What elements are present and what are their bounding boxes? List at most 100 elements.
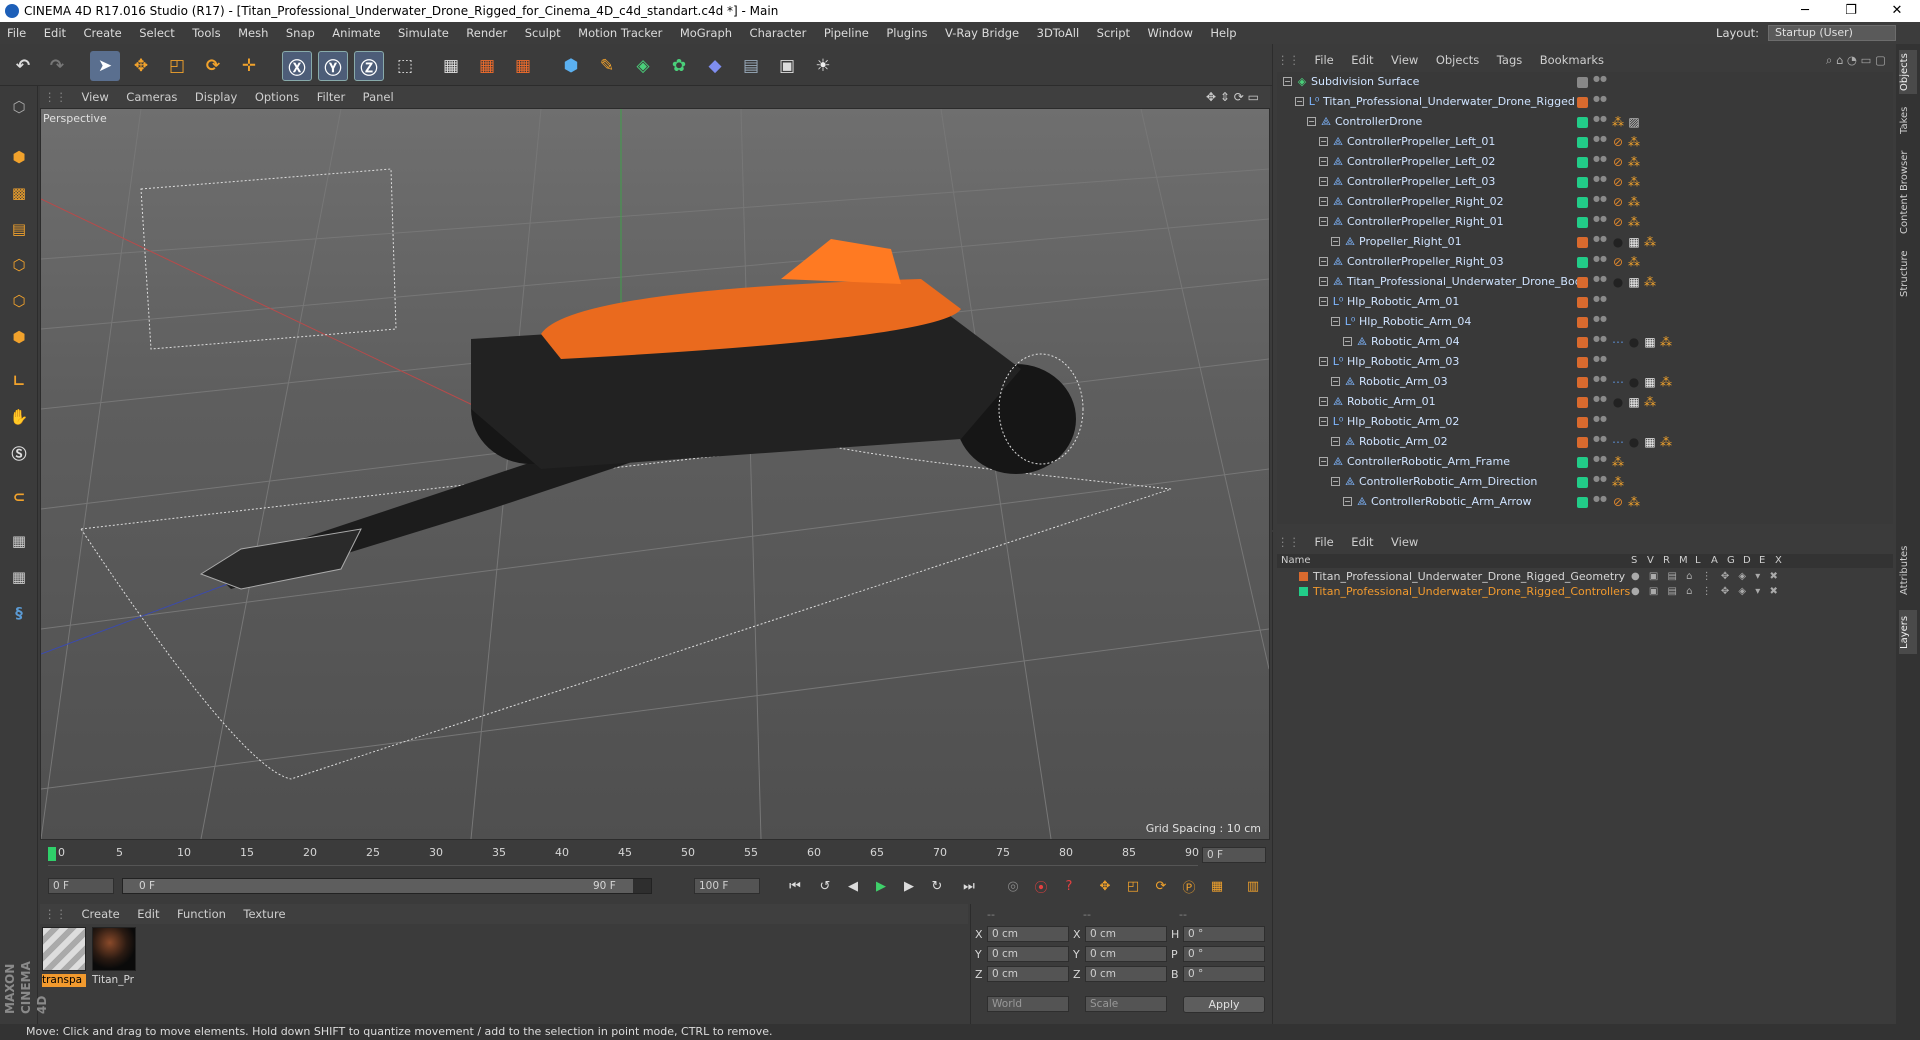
subdivision-generator-icon[interactable]: ◈ [628, 51, 658, 81]
expand-toggle-icon[interactable]: − [1319, 257, 1328, 266]
lm-menu-file[interactable]: File [1308, 532, 1341, 552]
rotate-tool-icon[interactable]: ⟳ [198, 51, 228, 81]
layer-color-swatch[interactable] [1577, 397, 1588, 408]
viewport-menu-options[interactable]: Options [248, 86, 306, 108]
autokeying-icon[interactable]: ⦿ [1028, 873, 1054, 899]
visibility-dots-icon[interactable]: ●● [1593, 495, 1607, 508]
checker-tag-icon[interactable]: ▦ [1643, 375, 1657, 389]
floor-object-icon[interactable]: ▤ [736, 51, 766, 81]
layer-color-swatch[interactable] [1577, 497, 1588, 508]
expand-toggle-icon[interactable]: − [1319, 357, 1328, 366]
forbid-tag-icon[interactable]: ⊘ [1611, 215, 1625, 229]
dots-tag-icon[interactable]: ⁂ [1659, 335, 1673, 349]
expand-toggle-icon[interactable]: − [1343, 337, 1352, 346]
viewport-menu-view[interactable]: View [75, 86, 116, 108]
array-object-icon[interactable]: ✿ [664, 51, 694, 81]
visibility-dots-icon[interactable]: ●● [1593, 155, 1607, 168]
visibility-dots-icon[interactable]: ●● [1593, 75, 1607, 88]
z-axis-lock-icon[interactable]: Ⓩ [354, 51, 384, 81]
menu-vray-bridge[interactable]: V-Ray Bridge [938, 22, 1026, 44]
layer-color-swatch[interactable] [1577, 217, 1588, 228]
menu-mograph[interactable]: MoGraph [673, 22, 739, 44]
texture-tag-icon[interactable]: ▨ [1627, 115, 1641, 129]
menu-edit[interactable]: Edit [37, 22, 73, 44]
expand-toggle-icon[interactable]: − [1331, 317, 1340, 326]
object-name[interactable]: ControllerRobotic_Arm_Direction [1359, 472, 1537, 492]
preview-range-slider[interactable]: 0 F 90 F [122, 878, 652, 894]
object-row[interactable]: − L⁰ Titan_Professional_Underwater_Drone_R… [1277, 92, 1893, 112]
material-menu-create[interactable]: Create [75, 904, 127, 924]
selection-arrow-icon[interactable]: ➤ [90, 51, 120, 81]
position-x-field[interactable]: 0 cm [987, 926, 1069, 942]
object-row[interactable]: − ⟁ ControllerRobotic_Arm_Direction ●● ⁂ [1277, 472, 1893, 492]
expand-toggle-icon[interactable]: − [1319, 417, 1328, 426]
object-row[interactable]: − ⟁ ControllerDrone ●● ⁂ ▨ [1277, 112, 1893, 132]
dots-tag-icon[interactable]: ⁂ [1611, 115, 1625, 129]
object-name[interactable]: ControllerRobotic_Arm_Arrow [1371, 492, 1532, 512]
visibility-dots-icon[interactable]: ●● [1593, 415, 1607, 428]
layer-row-geometry[interactable]: Titan_Professional_Underwater_Drone_Rigg… [1277, 569, 1893, 584]
close-button[interactable]: ✕ [1874, 0, 1920, 22]
visibility-dots-icon[interactable]: ●● [1593, 375, 1607, 388]
minimize-button[interactable]: ─ [1782, 0, 1828, 22]
object-name[interactable]: ControllerPropeller_Left_02 [1347, 152, 1495, 172]
layer-color-swatch[interactable] [1577, 157, 1588, 168]
object-name[interactable]: Hlp_Robotic_Arm_03 [1347, 352, 1459, 372]
visibility-dots-icon[interactable]: ●● [1593, 335, 1607, 348]
timeline-track[interactable]: 0 5 10 15 20 25 30 35 40 45 50 55 60 65 … [48, 844, 1199, 866]
object-row[interactable]: − ◈ Subdivision Surface ●● [1277, 72, 1893, 92]
layer-color-swatch[interactable] [1577, 197, 1588, 208]
dots-tag-icon[interactable]: ⁂ [1611, 455, 1625, 469]
object-row[interactable]: − ⟁ ControllerPropeller_Left_03 ●● ⊘ ⁂ [1277, 172, 1893, 192]
visibility-dots-icon[interactable]: ●● [1593, 355, 1607, 368]
object-name[interactable]: Robotic_Arm_01 [1347, 392, 1436, 412]
object-name[interactable]: ControllerPropeller_Left_01 [1347, 132, 1495, 152]
menu-sculpt[interactable]: Sculpt [518, 22, 568, 44]
rotation-p-field[interactable]: 0 ° [1183, 946, 1265, 962]
recent-tool-icon[interactable]: ✛ [234, 51, 264, 81]
menu-window[interactable]: Window [1141, 22, 1200, 44]
menu-tools[interactable]: Tools [185, 22, 227, 44]
object-name[interactable]: ControllerPropeller_Right_03 [1347, 252, 1504, 272]
expand-toggle-icon[interactable]: − [1295, 97, 1304, 106]
lm-menu-view[interactable]: View [1384, 532, 1425, 552]
object-name[interactable]: Hlp_Robotic_Arm_04 [1359, 312, 1471, 332]
object-row[interactable]: − ⟁ Robotic_Arm_04 ●● ⋯ ● ▦ ⁂ [1277, 332, 1893, 352]
move-tag-icon[interactable]: ⋯ [1611, 335, 1625, 349]
om-menu-file[interactable]: File [1308, 50, 1341, 70]
layer-color-controllers[interactable] [1299, 587, 1308, 596]
coordinate-mode-select[interactable]: World [987, 996, 1069, 1012]
menu-select[interactable]: Select [132, 22, 181, 44]
layer-name-controllers[interactable]: Titan_Professional_Underwater_Drone_Rigg… [1313, 584, 1630, 599]
visibility-dots-icon[interactable]: ●● [1593, 195, 1607, 208]
object-name[interactable]: ControllerPropeller_Left_03 [1347, 172, 1495, 192]
dots-tag-icon[interactable]: ⁂ [1611, 475, 1625, 489]
record-active-objects-icon[interactable]: ◎ [1000, 873, 1026, 899]
visibility-dots-icon[interactable]: ●● [1593, 295, 1607, 308]
layer-toggles-geometry[interactable]: ● ▣ ▤ ⌂ ⋮ ✥ ◈ ▾ ✖ [1631, 569, 1781, 584]
forbid-tag-icon[interactable]: ⊘ [1611, 175, 1625, 189]
tab-objects[interactable]: Objects [1899, 50, 1917, 94]
polygons-mode-icon[interactable]: ⬢ [4, 322, 34, 352]
object-row[interactable]: − ⟁ Robotic_Arm_01 ●● ● ▦ ⁂ [1277, 392, 1893, 412]
material-swatch-titan[interactable] [92, 927, 136, 971]
tab-content-browser[interactable]: Content Browser [1899, 144, 1917, 240]
tweak-mode-icon[interactable]: ✋ [4, 402, 34, 432]
forbid-tag-icon[interactable]: ⊘ [1611, 155, 1625, 169]
redo-icon[interactable]: ↷ [42, 51, 72, 81]
play-forward-icon[interactable]: ▶ [868, 873, 894, 899]
grid-snap-icon[interactable]: ▦ [4, 562, 34, 592]
menu-pipeline[interactable]: Pipeline [817, 22, 876, 44]
layer-toggles-controllers[interactable]: ● ▣ ▤ ⌂ ⋮ ✥ ◈ ▾ ✖ [1631, 584, 1781, 599]
perspective-viewport[interactable]: Perspective Grid Spacing : 10 cm [40, 108, 1270, 840]
forbid-tag-icon[interactable]: ⊘ [1611, 195, 1625, 209]
checker-tag-icon[interactable]: ▦ [1627, 395, 1641, 409]
workplane-lock-icon[interactable]: ▦ [4, 526, 34, 556]
layer-color-swatch[interactable] [1577, 97, 1588, 108]
om-menu-bookmarks[interactable]: Bookmarks [1533, 50, 1611, 70]
start-frame-field[interactable]: 0 F [48, 878, 114, 894]
material-menu-edit[interactable]: Edit [130, 904, 166, 924]
menu-snap[interactable]: Snap [279, 22, 322, 44]
layer-color-swatch[interactable] [1577, 377, 1588, 388]
dots-tag-icon[interactable]: ⁂ [1643, 395, 1657, 409]
